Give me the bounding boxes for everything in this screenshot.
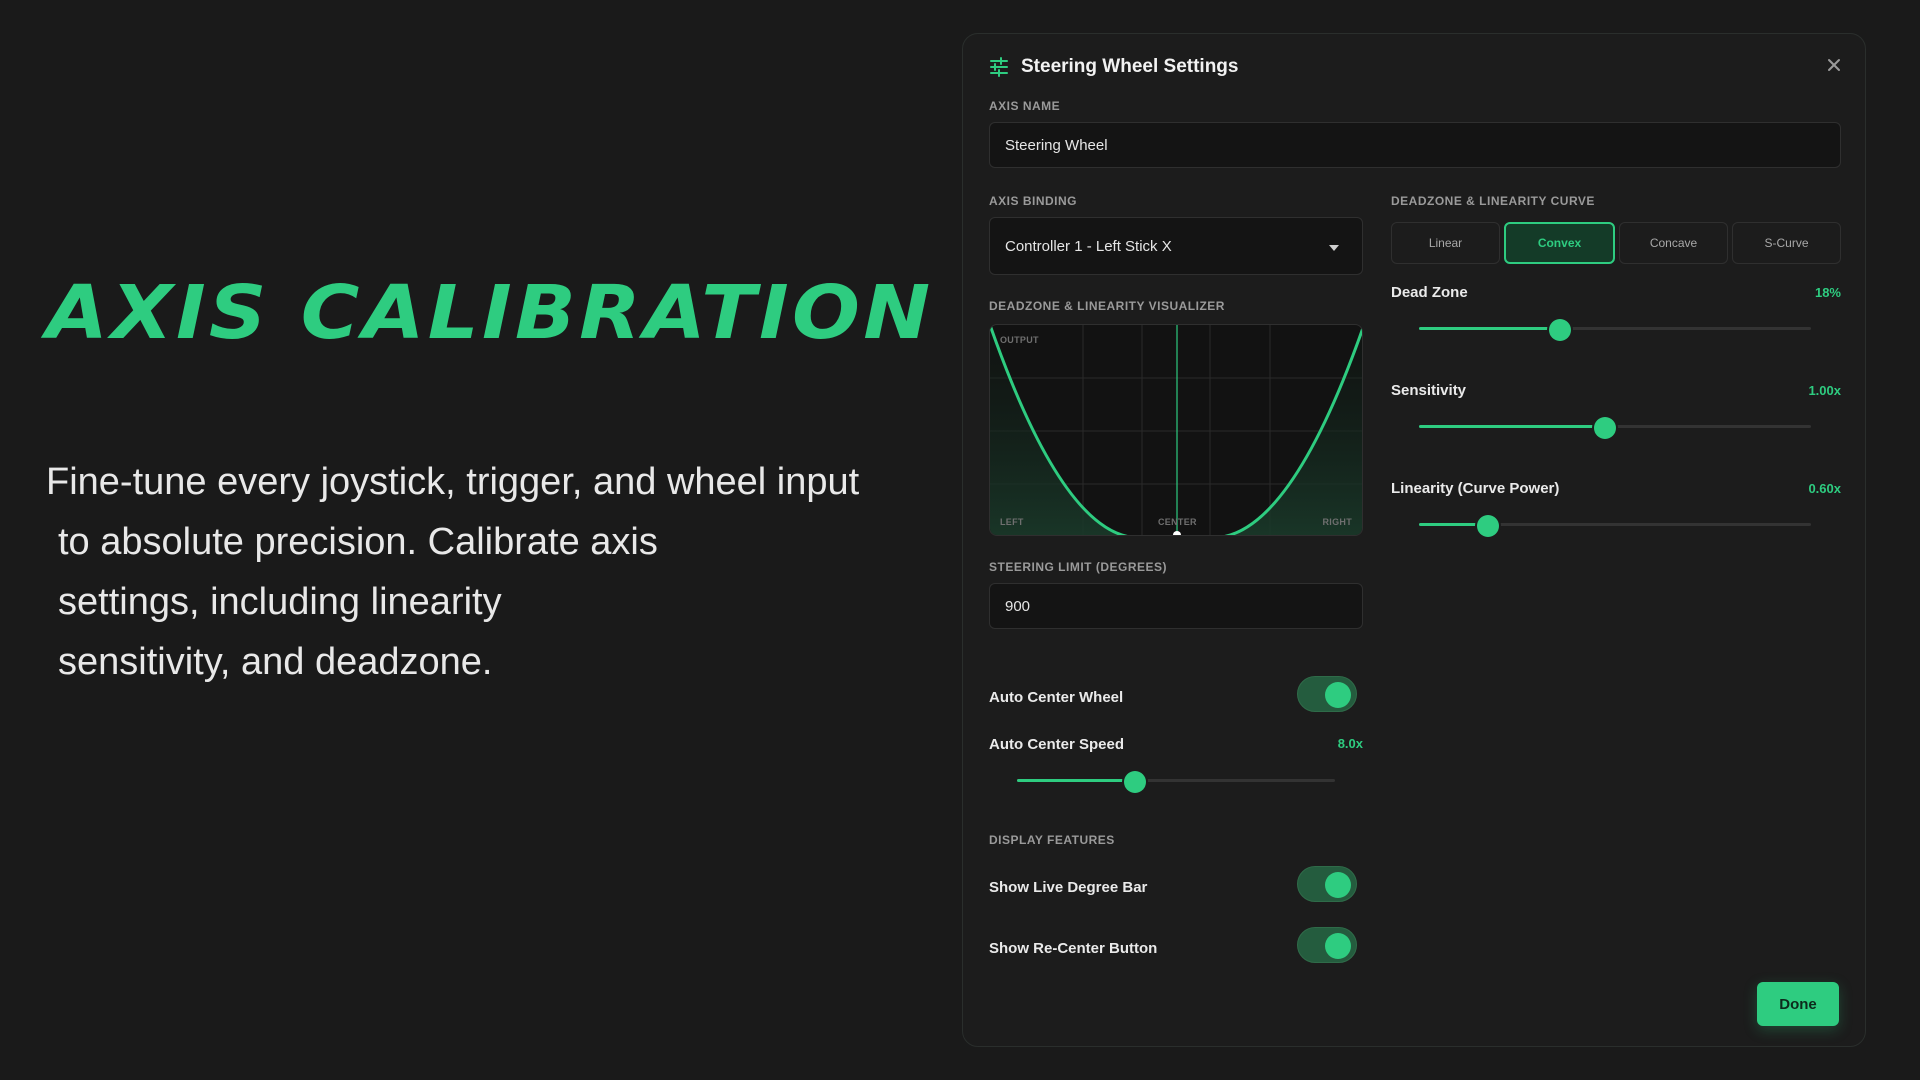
- toggle-knob: [1325, 933, 1351, 959]
- left-label: LEFT: [1000, 517, 1024, 527]
- settings-panel: Steering Wheel Settings AXIS NAME AXIS B…: [962, 33, 1866, 1047]
- panel-header: Steering Wheel Settings: [989, 52, 1238, 82]
- auto-center-speed-slider[interactable]: [1017, 771, 1335, 793]
- hero-title: Axis Calibration: [46, 270, 934, 356]
- live-degree-bar-label: Show Live Degree Bar: [989, 879, 1148, 896]
- linearity-value: 0.60x: [1808, 481, 1841, 496]
- sensitivity-value: 1.00x: [1808, 383, 1841, 398]
- hero-description-line: to absolute precision. Calibrate axis: [58, 521, 658, 563]
- toggle-knob: [1325, 872, 1351, 898]
- center-label: CENTER: [1158, 517, 1197, 527]
- auto-center-label: Auto Center Wheel: [989, 689, 1124, 706]
- curve-label: DEADZONE & LINEARITY CURVE: [1391, 194, 1595, 208]
- steering-limit-field[interactable]: [989, 583, 1363, 629]
- axis-binding-value: Controller 1 - Left Stick X: [1005, 237, 1172, 255]
- toggle-knob: [1325, 682, 1351, 708]
- close-icon: [1828, 59, 1840, 71]
- curve-visualizer: OUTPUT LEFT CENTER RIGHT: [989, 324, 1363, 536]
- dead-zone-slider[interactable]: [1419, 319, 1811, 341]
- curve-option-s-curve[interactable]: S-Curve: [1732, 222, 1841, 264]
- hero-description-line: sensitivity, and deadzone.: [58, 641, 493, 683]
- curve-selector: Linear Convex Concave S-Curve: [1391, 222, 1841, 264]
- sensitivity-label: Sensitivity: [1391, 382, 1467, 399]
- linearity-slider[interactable]: [1419, 515, 1811, 537]
- done-button[interactable]: Done: [1757, 982, 1839, 1026]
- auto-center-speed-value: 8.0x: [1337, 736, 1363, 751]
- linearity-label: Linearity (Curve Power): [1391, 480, 1560, 497]
- recenter-button-toggle[interactable]: [1297, 927, 1357, 963]
- axis-name-field[interactable]: [989, 122, 1841, 168]
- recenter-button-label: Show Re-Center Button: [989, 940, 1158, 957]
- live-degree-bar-toggle[interactable]: [1297, 866, 1357, 902]
- slider-thumb[interactable]: [1476, 515, 1499, 537]
- axis-binding-label: AXIS BINDING: [989, 194, 1078, 208]
- close-button[interactable]: [1821, 52, 1847, 78]
- dead-zone-label: Dead Zone: [1391, 284, 1468, 301]
- display-features-label: DISPLAY FEATURES: [989, 833, 1115, 847]
- axis-binding-select[interactable]: Controller 1 - Left Stick X: [989, 217, 1363, 275]
- slider-thumb[interactable]: [1549, 319, 1572, 341]
- steering-limit-label: STEERING LIMIT (DEGREES): [989, 560, 1168, 574]
- slider-thumb[interactable]: [1594, 417, 1617, 439]
- axis-name-label: AXIS NAME: [989, 99, 1061, 113]
- sensitivity-slider[interactable]: [1419, 417, 1811, 439]
- chevron-down-icon: [1329, 245, 1339, 251]
- slider-thumb[interactable]: [1123, 771, 1146, 793]
- slider-fill: [1419, 425, 1606, 428]
- sliders-icon: [990, 57, 1008, 77]
- curve-graph: [990, 325, 1362, 535]
- curve-option-concave[interactable]: Concave: [1619, 222, 1728, 264]
- hero-description-line: settings, including linearity: [58, 581, 502, 623]
- hero-description: Fine-tune every joystick, trigger, and w…: [46, 452, 946, 692]
- slider-fill: [1419, 327, 1561, 330]
- curve-option-convex[interactable]: Convex: [1504, 222, 1615, 264]
- visualizer-label: DEADZONE & LINEARITY VISUALIZER: [989, 299, 1225, 313]
- hero: Axis Calibration Fine-tune every joystic…: [46, 270, 946, 692]
- curve-option-linear[interactable]: Linear: [1391, 222, 1500, 264]
- auto-center-toggle[interactable]: [1297, 676, 1357, 712]
- axis-name-input[interactable]: [1005, 136, 1840, 154]
- panel-title: Steering Wheel Settings: [1021, 56, 1239, 77]
- steering-limit-input[interactable]: [1005, 597, 1362, 615]
- auto-center-speed-label: Auto Center Speed: [989, 736, 1125, 753]
- hero-description-line: Fine-tune every joystick, trigger, and w…: [46, 461, 860, 503]
- dead-zone-value: 18%: [1814, 285, 1841, 300]
- slider-fill: [1017, 779, 1135, 782]
- output-label: OUTPUT: [1000, 335, 1039, 345]
- right-label: RIGHT: [1322, 517, 1352, 527]
